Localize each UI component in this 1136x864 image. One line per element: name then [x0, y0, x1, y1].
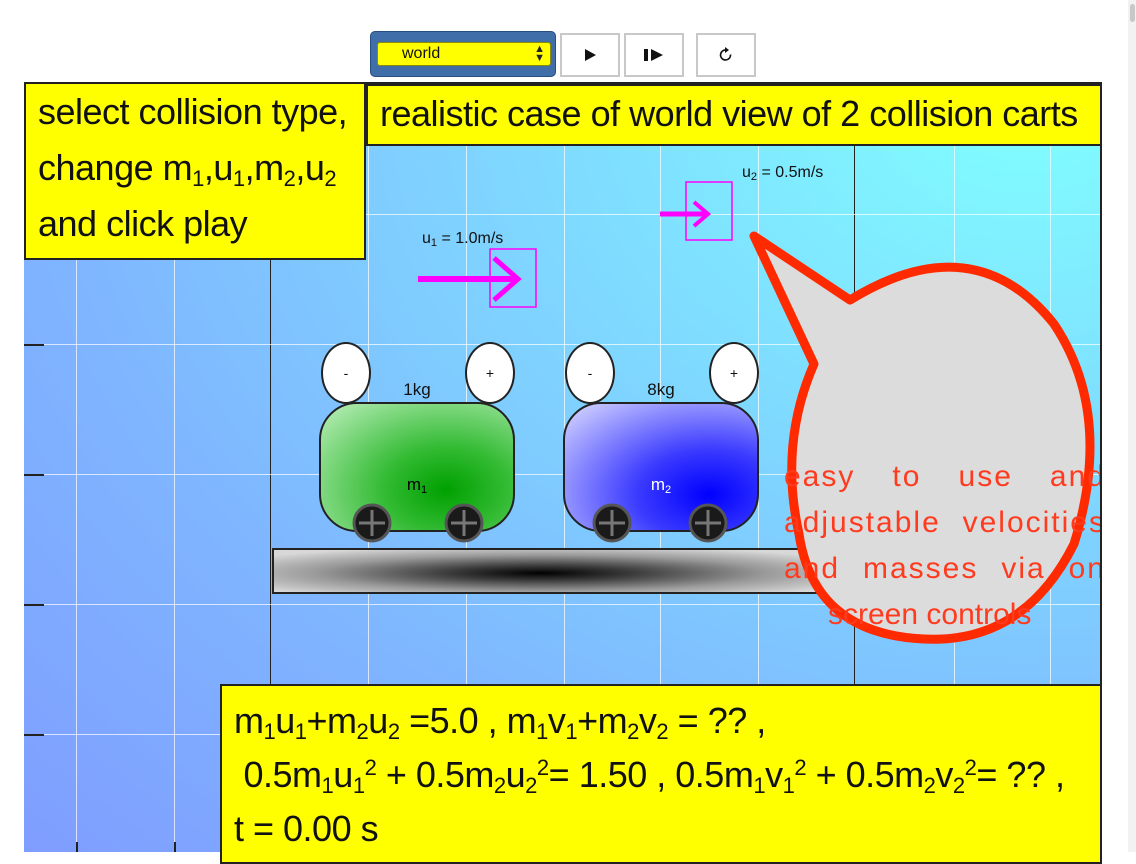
scroll-thumb[interactable]: [1130, 4, 1135, 22]
callout-line: adjustable velocities: [784, 506, 1102, 539]
axis-tick: [24, 474, 44, 476]
callout-line: screen controls: [828, 598, 1032, 631]
step-forward-icon: [644, 49, 663, 61]
cart-1[interactable]: - + 1kg m1: [319, 342, 519, 543]
axis-tick: [24, 604, 44, 606]
momentum-line: m1u1+m2u2 =5.0 , m1v1+m2v2 = ?? ,: [234, 700, 766, 744]
wheel-icon: [592, 503, 632, 543]
wheel-icon: [444, 503, 484, 543]
instructions-line-1: select collision type,: [38, 91, 348, 132]
axis-tick: [24, 734, 44, 736]
callout-text: easy to use and adjustable velocities an…: [784, 454, 1102, 638]
axis-tick: [76, 842, 78, 852]
select-arrows-icon: ▲ ▼: [534, 43, 545, 64]
play-button[interactable]: [560, 33, 620, 77]
axis-tick: [174, 842, 176, 852]
wheel-icon: [688, 503, 728, 543]
step-button[interactable]: [624, 33, 684, 77]
collision-type-select-frame: world ▲ ▼: [370, 31, 556, 77]
cart-1-body[interactable]: [319, 402, 515, 532]
u2-label: u2 = 0.5m/s: [742, 164, 824, 183]
reset-button[interactable]: [696, 33, 756, 77]
instructions-line-3: and click play: [38, 203, 248, 244]
collision-type-select[interactable]: world ▲ ▼: [377, 42, 551, 66]
title-panel: realistic case of world view of 2 collis…: [366, 84, 1102, 146]
instructions-line-2: change m1,u1,m2,u2: [38, 147, 337, 191]
sim-title: realistic case of world view of 2 collis…: [380, 93, 1078, 134]
reset-icon: [719, 47, 732, 61]
u1-arrow[interactable]: [414, 244, 544, 314]
kinetic-energy-line: 0.5m1u12 + 0.5m2u22= 1.50 , 0.5m1v12 + 0…: [234, 754, 1065, 798]
instructions-panel: select collision type, change m1,u1,m2,u…: [24, 84, 366, 260]
play-icon: [585, 49, 596, 61]
cart-1-mass: 1kg: [403, 380, 431, 399]
callout-line: and masses via on: [784, 552, 1102, 585]
callout-line: easy to use and: [784, 460, 1102, 493]
axis-tick: [24, 344, 44, 346]
time-line: t = 0.00 s: [234, 808, 379, 849]
page-scrollbar[interactable]: [1128, 0, 1136, 852]
cart-1-label: m1: [406, 475, 428, 496]
select-value: world: [402, 45, 441, 62]
wheel-icon: [352, 503, 392, 543]
equations-panel: m1u1+m2u2 =5.0 , m1v1+m2v2 = ?? , 0.5m1u…: [220, 684, 1102, 864]
